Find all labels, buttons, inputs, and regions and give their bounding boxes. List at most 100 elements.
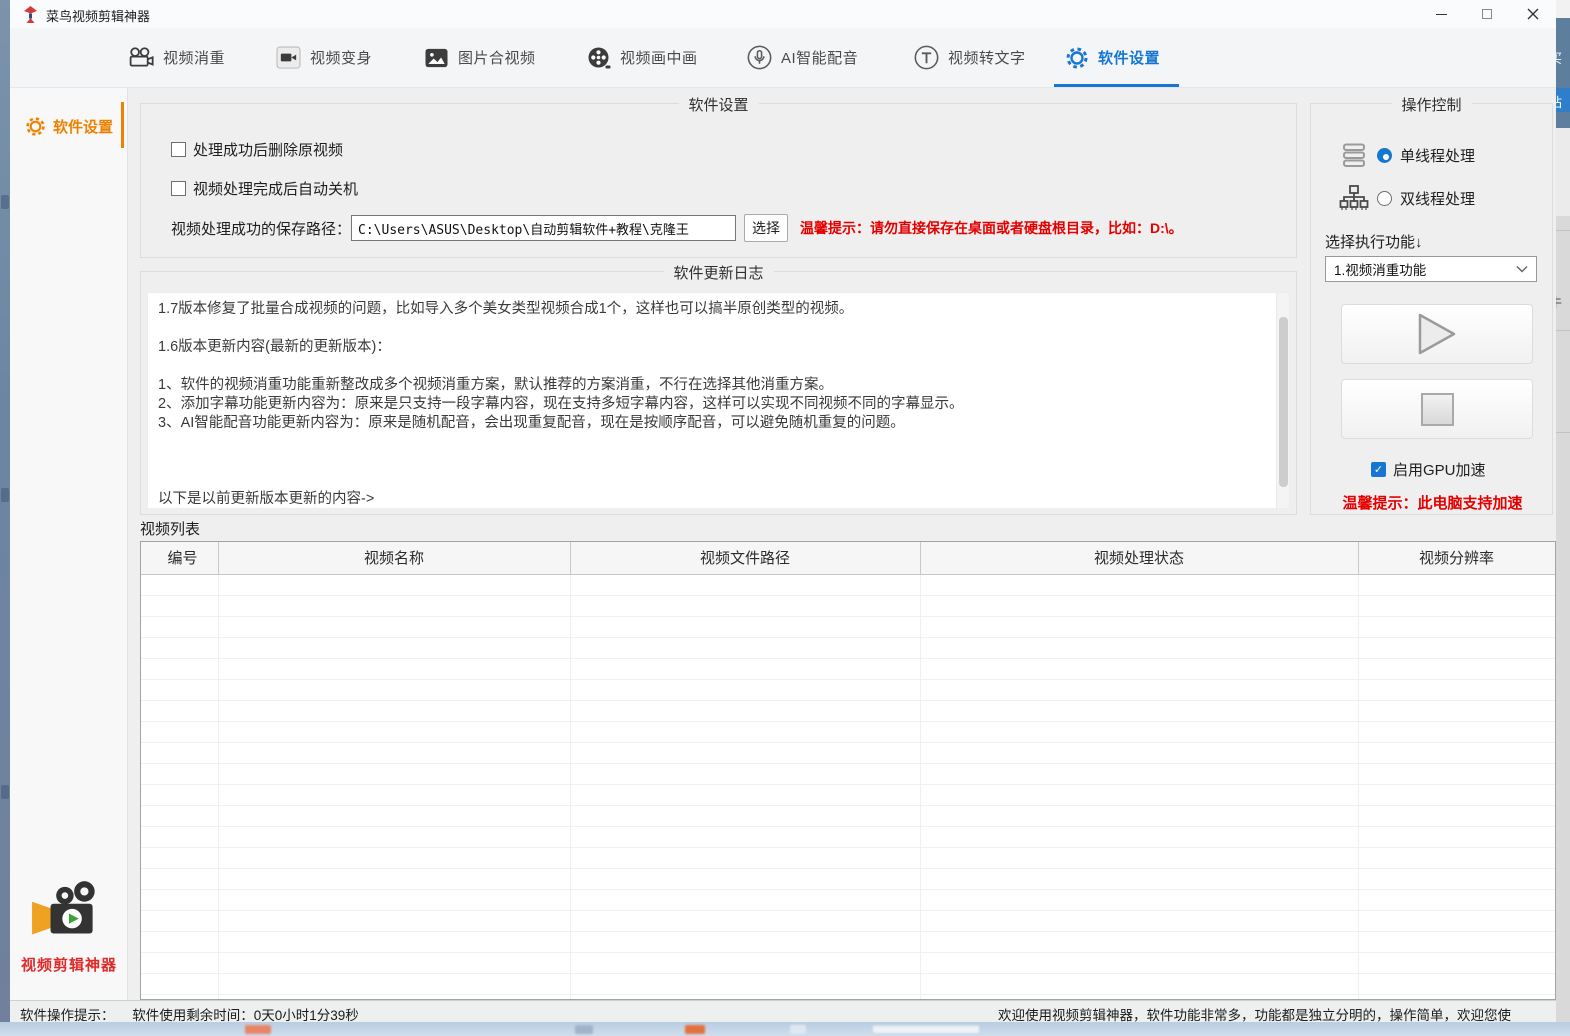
tab-video-to-text[interactable]: 视频转文字 (914, 28, 1026, 87)
dual-thread-icon (1339, 184, 1369, 212)
right-sliver-gap (1556, 128, 1570, 216)
taskbar-icon[interactable] (575, 1025, 593, 1034)
main-tab-bar: 视频消重 视频变身 图片合视频 (10, 28, 1556, 88)
column-divider (570, 542, 571, 575)
dual-thread-radio[interactable] (1377, 191, 1392, 206)
single-thread-option[interactable]: 单线程处理 (1339, 142, 1475, 169)
video-camera-icon (276, 46, 301, 69)
right-sliver-line (1556, 230, 1570, 231)
movie-camera-logo-icon (30, 881, 108, 945)
checkbox-label: 处理成功后删除原视频 (193, 139, 343, 160)
tab-label: 视频转文字 (948, 47, 1026, 68)
auto-shutdown-checkbox-row[interactable]: 视频处理完成后自动关机 (171, 178, 358, 199)
sidebar-item-software-settings[interactable]: 软件设置 (10, 104, 128, 148)
sidebar-item-label: 软件设置 (53, 116, 113, 137)
left-sliver-fragment (1, 488, 9, 502)
app-logo-icon (23, 6, 38, 28)
status-left-text: 软件操作提示： 软件使用剩余时间：0天0小时1分39秒 (20, 1004, 359, 1022)
taskbar-icon[interactable] (245, 1025, 271, 1034)
tab-ai-dubbing[interactable]: AI智能配音 (747, 28, 858, 87)
minimize-button[interactable] (1418, 0, 1464, 28)
right-sliver-line (1556, 432, 1570, 433)
window-title: 菜鸟视频剪辑神器 (46, 6, 150, 25)
column-header-resolution: 视频分辨率 (1358, 542, 1555, 575)
save-path-row: 视频处理成功的保存路径： 选择 温馨提示：请勿直接保存在桌面或者硬盘根目录，比如… (171, 214, 1281, 242)
stop-button[interactable] (1341, 379, 1533, 439)
movie-camera-icon (127, 46, 154, 69)
changelog-textarea[interactable]: 1.7版本修复了批量合成视频的问题，比如导入多个美女类型视频合成1个，这样也可以… (147, 292, 1290, 509)
taskbar-icon[interactable] (685, 1025, 705, 1034)
right-sliver-line (1556, 330, 1570, 331)
operation-control-groupbox: 操作控制 单线程处理 双线程处理 选择执行功能↓ 1. (1310, 103, 1553, 515)
tab-video-transform[interactable]: 视频变身 (276, 28, 372, 87)
right-sliver-text: 买 (1556, 48, 1569, 67)
changelog-scrollbar[interactable] (1276, 293, 1289, 508)
close-button[interactable] (1510, 0, 1556, 28)
tab-label: 视频画中画 (620, 47, 698, 68)
radio-label: 单线程处理 (1400, 145, 1475, 166)
table-body-empty (141, 575, 1555, 999)
column-divider (570, 575, 571, 999)
video-list-table[interactable]: 编号 视频名称 视频文件路径 视频处理状态 视频分辨率 (140, 541, 1556, 1000)
background-window-left-sliver (0, 0, 10, 1022)
tab-software-settings[interactable]: 软件设置 (1065, 28, 1160, 87)
tab-image-to-video[interactable]: 图片合视频 (424, 28, 536, 87)
tab-video-dedup[interactable]: 视频消重 (127, 28, 225, 87)
checkbox-label: 视频处理完成后自动关机 (193, 178, 358, 199)
logo-label: 视频剪辑神器 (10, 954, 128, 975)
left-sliver-fragment (1, 195, 9, 209)
gpu-acceleration-checkbox[interactable]: ✓ (1371, 462, 1386, 477)
delete-original-checkbox-row[interactable]: 处理成功后删除原视频 (171, 139, 343, 160)
column-divider (1358, 575, 1359, 999)
tab-label: 软件设置 (1098, 47, 1160, 68)
save-path-label: 视频处理成功的保存路径： (171, 218, 351, 239)
changelog-text: 1.7版本修复了批量合成视频的问题，比如导入多个美女类型视频合成1个，这样也可以… (148, 293, 1275, 508)
maximize-button[interactable] (1464, 0, 1510, 28)
changelog-group-title: 软件更新日志 (663, 262, 773, 283)
function-select-value: 1.视频消重功能 (1334, 259, 1516, 279)
gpu-warning-text: 温馨提示：此电脑支持加速 (1311, 492, 1554, 513)
dual-thread-option[interactable]: 双线程处理 (1339, 184, 1475, 212)
chevron-down-icon (1516, 265, 1528, 273)
taskbar-icon[interactable] (790, 1025, 806, 1034)
start-button[interactable] (1341, 304, 1533, 364)
column-divider (1358, 542, 1359, 575)
control-group-title: 操作控制 (1391, 94, 1471, 115)
play-icon (1415, 310, 1459, 358)
right-sliver-text: 牛 (1556, 292, 1569, 311)
column-divider (218, 542, 219, 575)
function-select-label: 选择执行功能↓ (1325, 231, 1423, 252)
column-header-id: 编号 (141, 542, 218, 575)
save-path-input[interactable] (351, 215, 736, 241)
tab-label: 视频消重 (163, 47, 225, 68)
auto-shutdown-checkbox[interactable] (171, 181, 186, 196)
app-branding: 视频剪辑神器 (10, 881, 128, 975)
changelog-groupbox: 软件更新日志 1.7版本修复了批量合成视频的问题，比如导入多个美女类型视频合成1… (140, 271, 1297, 515)
choose-path-button[interactable]: 选择 (744, 214, 788, 242)
title-bar[interactable]: 菜鸟视频剪辑神器 (10, 0, 1556, 28)
close-icon (1527, 8, 1539, 20)
single-thread-radio[interactable] (1377, 148, 1392, 163)
function-select[interactable]: 1.视频消重功能 (1325, 256, 1537, 282)
radio-label: 双线程处理 (1400, 188, 1475, 209)
film-reel-icon (587, 46, 611, 70)
left-sliver-fragment (1, 785, 9, 799)
delete-original-checkbox[interactable] (171, 142, 186, 157)
gear-icon (1065, 46, 1089, 70)
gpu-acceleration-row[interactable]: ✓ 启用GPU加速 (1371, 459, 1486, 480)
status-welcome-text: 欢迎使用视频剪辑神器，软件功能非常多，功能都是独立分明的，操作简单，欢迎您使 (998, 1004, 1556, 1022)
single-thread-icon (1339, 142, 1369, 169)
active-tab-underline (1054, 84, 1179, 87)
column-divider (218, 575, 219, 999)
video-list-label: 视频列表 (140, 518, 200, 539)
gear-icon (25, 116, 46, 137)
tab-picture-in-picture[interactable]: 视频画中画 (587, 28, 698, 87)
scrollbar-thumb[interactable] (1279, 317, 1288, 487)
minimize-icon (1436, 14, 1447, 15)
column-header-path: 视频文件路径 (570, 542, 920, 575)
windows-taskbar[interactable] (0, 1022, 1570, 1036)
taskbar-icon[interactable] (872, 1025, 980, 1034)
status-bar: 软件操作提示： 软件使用剩余时间：0天0小时1分39秒 欢迎使用视频剪辑神器，软… (10, 1000, 1556, 1022)
maximize-icon (1482, 9, 1492, 19)
column-divider (920, 542, 921, 575)
